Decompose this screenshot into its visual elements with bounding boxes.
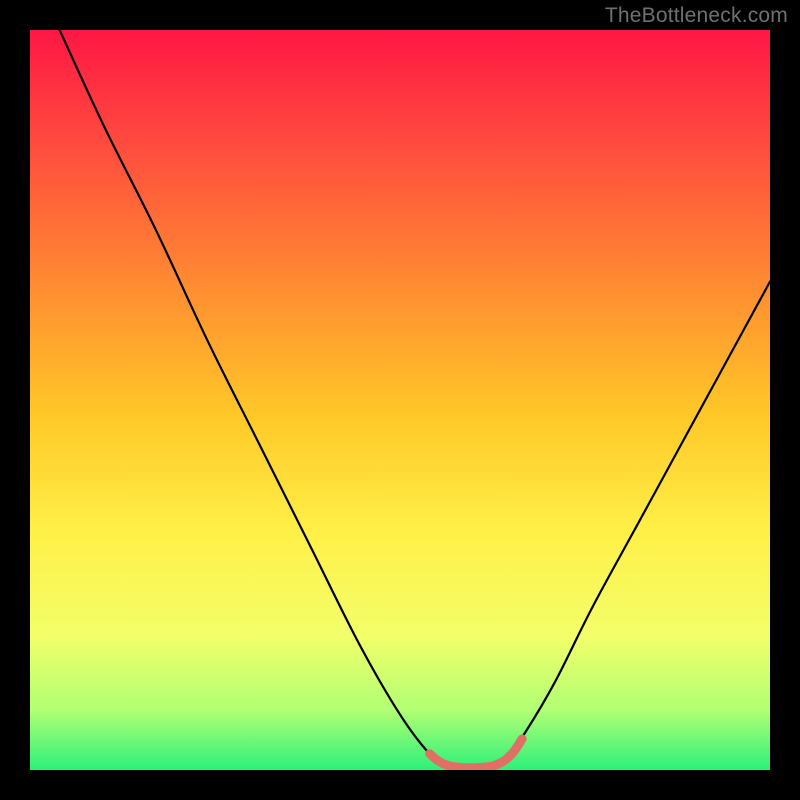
gradient-background: [30, 30, 770, 770]
chart-area: [30, 30, 770, 770]
watermark-text: TheBottleneck.com: [605, 4, 788, 28]
bottleneck-chart-svg: [30, 30, 770, 770]
